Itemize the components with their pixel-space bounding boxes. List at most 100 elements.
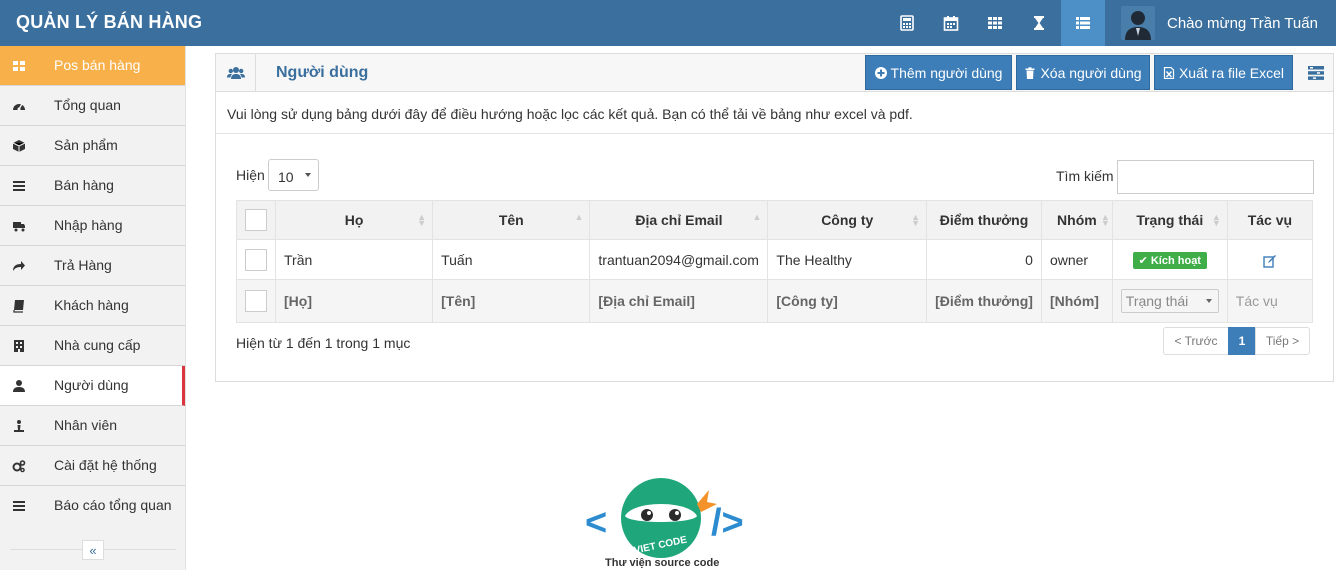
logo-caption: Thư viện source code <box>605 557 720 569</box>
svg-text:/>: /> <box>711 502 744 544</box>
edit-icon[interactable] <box>1263 251 1277 268</box>
sidebar-item-returns[interactable]: Trả Hàng <box>0 246 185 286</box>
sidebar-item-label: Cài đặt hệ thống <box>54 457 157 473</box>
sort-icon: ▲ <box>574 212 584 222</box>
filter-points[interactable]: [Điểm thưởng] <box>926 279 1042 323</box>
filter-last-name[interactable]: [Họ] <box>274 279 434 323</box>
page-1-button[interactable]: 1 <box>1228 327 1256 355</box>
filter-select-cell <box>236 279 276 323</box>
export-excel-button[interactable]: Xuất ra file Excel <box>1154 55 1293 90</box>
cell-group: owner <box>1040 239 1113 280</box>
sidebar-item-label: Bán hàng <box>54 177 114 193</box>
building-icon <box>11 338 27 354</box>
top-header: QUẢN LÝ BÁN HÀNG Chào mừng Trần Tuấn <box>0 0 1336 46</box>
sidebar-item-staff[interactable]: Nhân viên <box>0 406 185 446</box>
sidebar-item-sales[interactable]: Bán hàng <box>0 166 185 206</box>
panel-header: Người dùng Thêm người dùng Xóa người dùn… <box>216 54 1333 92</box>
page-length-value: 10 <box>278 169 294 185</box>
select-all-cell <box>236 200 276 240</box>
table-summary: Hiện từ 1 đến 1 trong 1 mục <box>236 335 411 351</box>
user-icon <box>11 378 27 394</box>
gears-icon <box>11 458 27 474</box>
next-page-button[interactable]: Tiếp > <box>1255 327 1310 355</box>
column-header[interactable]: Công ty ▲ ▼ <box>767 200 928 240</box>
sort-icon: ▲ ▼ <box>1100 212 1110 228</box>
cell-first-name: Tuấn <box>432 239 591 280</box>
calculator-icon[interactable] <box>885 0 929 46</box>
add-user-label: Thêm người dùng <box>890 64 1003 81</box>
sidebar: Pos bán hàng Tổng quan Sản phẩm Bán hàng… <box>0 46 186 570</box>
filter-status-cell: Trạng thái <box>1111 279 1228 323</box>
page-length-select[interactable]: 10 <box>268 159 319 191</box>
sidebar-item-import[interactable]: Nhập hàng <box>0 206 185 246</box>
export-excel-label: Xuất ra file Excel <box>1178 64 1285 81</box>
sidebar-item-label: Báo cáo tổng quan <box>54 497 172 513</box>
column-header-label: Công ty <box>821 212 874 228</box>
cell-status: ✔ Kích hoạt <box>1111 239 1228 280</box>
column-header[interactable]: Nhóm ▲ ▼ <box>1040 200 1113 240</box>
sidebar-item-settings[interactable]: Cài đặt hệ thống <box>0 446 185 486</box>
row-select-cell <box>236 239 276 280</box>
column-header-label: Địa chỉ Email <box>635 212 723 228</box>
sidebar-item-pos[interactable]: Pos bán hàng <box>0 46 185 86</box>
pos-icon <box>11 58 27 74</box>
sidebar-item-label: Nhà cung cấp <box>54 337 141 353</box>
add-user-button[interactable]: Thêm người dùng <box>865 55 1012 90</box>
status-badge[interactable]: ✔ Kích hoạt <box>1132 251 1207 269</box>
staff-icon <box>11 418 27 434</box>
cell-company: The Healthy <box>767 239 928 280</box>
plus-circle-icon <box>874 66 887 79</box>
filter-company[interactable]: [Công ty] <box>767 279 928 323</box>
column-header[interactable]: Điểm thưởng <box>926 200 1042 240</box>
list-icon[interactable] <box>1061 0 1105 46</box>
bars-icon <box>11 498 27 514</box>
hourglass-icon[interactable] <box>1017 0 1061 46</box>
sidebar-item-reports[interactable]: Báo cáo tổng quan <box>0 486 185 526</box>
filter-checkbox[interactable] <box>245 290 267 312</box>
search-input[interactable] <box>1117 160 1314 194</box>
row-checkbox[interactable] <box>245 248 267 271</box>
column-header: Tác vụ <box>1226 200 1314 240</box>
page-title: Người dùng <box>276 64 369 81</box>
filter-first-name[interactable]: [Tên] <box>432 279 591 323</box>
trash-icon <box>1025 66 1035 79</box>
column-header[interactable]: Tên ▲ <box>432 200 591 240</box>
column-header-label: Họ <box>344 212 364 228</box>
users-icon <box>216 54 256 92</box>
calendar-icon[interactable] <box>929 0 973 46</box>
column-header[interactable]: Họ ▲ ▼ <box>274 200 434 240</box>
sidebar-item-overview[interactable]: Tổng quan <box>0 86 185 126</box>
caret-down-icon <box>305 173 311 177</box>
sidebar-item-users[interactable]: Người dùng <box>0 366 185 406</box>
sidebar-item-products[interactable]: Sản phẩm <box>0 126 185 166</box>
tasks-menu-icon[interactable] <box>1298 54 1333 92</box>
table-row[interactable]: Trần Tuấn trantuan2094@gmail.com The Hea… <box>236 239 1314 280</box>
share-icon <box>11 258 27 274</box>
sidebar-item-suppliers[interactable]: Nhà cung cấp <box>0 326 185 366</box>
status-filter-select[interactable]: Trạng thái <box>1120 289 1219 313</box>
bars-icon <box>11 178 27 194</box>
prev-page-button[interactable]: < Trước <box>1163 327 1229 355</box>
pagination: < Trước 1 Tiếp > <box>1163 327 1310 355</box>
sidebar-collapse-button[interactable]: « <box>82 540 104 560</box>
delete-user-button[interactable]: Xóa người dùng <box>1016 55 1150 90</box>
app-brand[interactable]: QUẢN LÝ BÁN HÀNG <box>16 0 202 46</box>
svg-text:<: < <box>585 502 607 544</box>
sidebar-item-label: Pos bán hàng <box>54 57 141 73</box>
column-header-label: Trạng thái <box>1136 212 1204 228</box>
filter-group[interactable]: [Nhóm] <box>1040 279 1113 323</box>
select-all-checkbox[interactable] <box>245 209 267 231</box>
user-menu[interactable]: Chào mừng Trần Tuấn <box>1107 0 1336 46</box>
cell-last-name: Trần <box>274 239 434 280</box>
sidebar-item-customers[interactable]: Khách hàng <box>0 286 185 326</box>
top-icon-bar <box>885 0 1105 46</box>
status-badge-label: Kích hoạt <box>1150 254 1201 267</box>
excel-file-icon <box>1163 66 1175 79</box>
column-header[interactable]: Trạng thái ▲ ▼ <box>1111 200 1228 240</box>
grid-icon[interactable] <box>973 0 1017 46</box>
cell-actions <box>1226 239 1314 280</box>
sidebar-item-label: Người dùng <box>54 377 129 393</box>
filter-email[interactable]: [Địa chỉ Email] <box>589 279 769 323</box>
truck-icon <box>11 218 27 234</box>
column-header[interactable]: Địa chỉ Email ▲ <box>589 200 769 240</box>
